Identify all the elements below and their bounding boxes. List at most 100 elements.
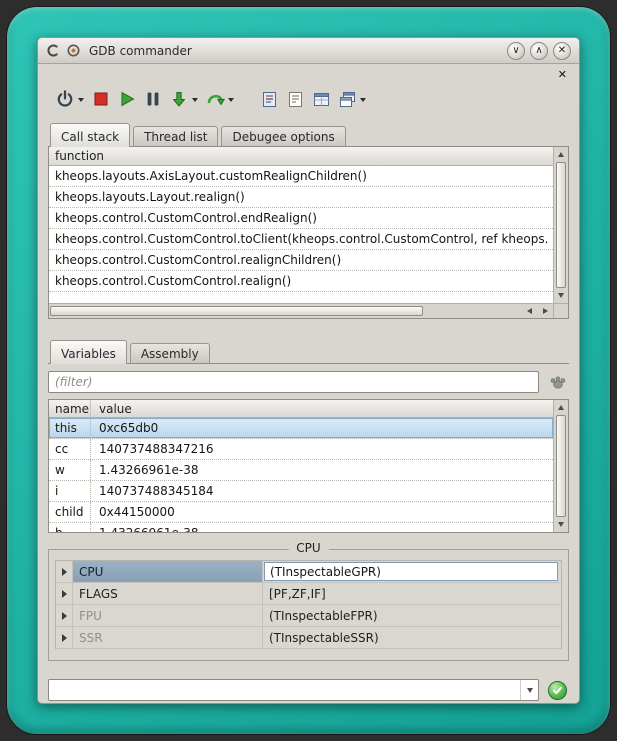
- widget-close-button[interactable]: ✕: [558, 69, 567, 82]
- expander-icon: [62, 590, 67, 598]
- cpu-row[interactable]: CPU(TInspectableGPR): [56, 561, 561, 583]
- arrow-right-icon: [543, 308, 548, 314]
- callstack-row[interactable]: kheops.layouts.AxisLayout.customRealignC…: [49, 166, 553, 187]
- variable-name: child: [49, 502, 91, 522]
- window-menu-icon[interactable]: [46, 43, 61, 58]
- expander-button[interactable]: [56, 561, 73, 582]
- step-into-icon: [169, 89, 189, 109]
- check-icon: [552, 685, 563, 696]
- variable-value: 0x44150000: [91, 505, 175, 519]
- filter-options-button[interactable]: [547, 371, 569, 393]
- close-button[interactable]: ✕: [553, 42, 571, 60]
- tab-variables[interactable]: Variables: [50, 340, 127, 364]
- stop-button[interactable]: [90, 88, 112, 110]
- command-combobox[interactable]: [48, 679, 539, 701]
- step-over-button[interactable]: [204, 88, 226, 110]
- callstack-row[interactable]: kheops.control.CustomControl.realignChil…: [49, 250, 553, 271]
- cpu-register-name[interactable]: FPU: [73, 605, 263, 626]
- cpu-register-value: (TInspectableSSR): [263, 627, 561, 648]
- expander-icon: [62, 568, 67, 576]
- expander-button[interactable]: [56, 605, 73, 626]
- variable-row[interactable]: cc140737488347216: [49, 439, 553, 460]
- expander-button[interactable]: [56, 583, 73, 604]
- tab-call-stack[interactable]: Call stack: [50, 123, 130, 147]
- pause-button[interactable]: [142, 88, 164, 110]
- callstack-row[interactable]: kheops.control.CustomControl.realign(): [49, 271, 553, 292]
- cpu-rows: CPU(TInspectableGPR)FLAGS[PF,ZF,IF]FPU(T…: [55, 560, 562, 649]
- cpu-row[interactable]: FLAGS[PF,ZF,IF]: [56, 583, 561, 605]
- options-button[interactable]: [336, 88, 358, 110]
- column-name[interactable]: name: [49, 400, 91, 417]
- callstack-row[interactable]: kheops.control.CustomControl.toClient(kh…: [49, 229, 553, 250]
- variables-vscrollbar[interactable]: [553, 400, 568, 532]
- callstack-row[interactable]: kheops.control.CustomControl.endRealign(…: [49, 208, 553, 229]
- step-over-dropdown[interactable]: [228, 98, 234, 102]
- command-dropdown-button[interactable]: [520, 680, 538, 700]
- source-button[interactable]: [284, 88, 306, 110]
- cpu-register-value: (TInspectableFPR): [263, 605, 561, 626]
- callstack-vscrollbar[interactable]: [553, 147, 568, 303]
- cpu-register-name[interactable]: CPU: [73, 561, 263, 582]
- hscroll-thumb[interactable]: [50, 306, 423, 316]
- power-button[interactable]: [54, 88, 76, 110]
- variable-value: 1.43266961e-38: [91, 526, 199, 533]
- scroll-down-button[interactable]: [554, 517, 568, 532]
- tab-debugee-options[interactable]: Debugee options: [221, 126, 345, 146]
- scroll-up-button[interactable]: [554, 147, 568, 162]
- power-icon: [55, 89, 75, 109]
- send-command-button[interactable]: [548, 681, 567, 700]
- arrow-down-icon: [558, 522, 564, 527]
- variable-name: b: [49, 523, 91, 533]
- step-over-icon: [205, 89, 225, 109]
- variable-row[interactable]: this0xc65db0: [49, 418, 553, 439]
- scroll-up-button[interactable]: [554, 400, 568, 415]
- variable-value: 140737488347216: [91, 442, 214, 456]
- titlebar[interactable]: GDB commander ∨ ∧ ✕: [38, 38, 579, 64]
- cpu-register-name[interactable]: FLAGS: [73, 583, 263, 604]
- options-dropdown[interactable]: [360, 98, 366, 102]
- step-into-dropdown[interactable]: [192, 98, 198, 102]
- expander-button[interactable]: [56, 627, 73, 648]
- minimize-button[interactable]: ∨: [507, 42, 525, 60]
- scroll-down-button[interactable]: [554, 288, 568, 303]
- vscroll-thumb[interactable]: [556, 162, 566, 288]
- stop-icon: [91, 89, 111, 109]
- variable-row[interactable]: child0x44150000: [49, 502, 553, 523]
- callstack-hscrollbar[interactable]: [49, 303, 553, 318]
- run-button[interactable]: [116, 88, 138, 110]
- command-input[interactable]: [49, 680, 520, 700]
- run-icon: [117, 89, 137, 109]
- variable-value: 0xc65db0: [91, 421, 158, 435]
- registers-icon: [312, 90, 331, 109]
- cpu-row[interactable]: FPU(TInspectableFPR): [56, 605, 561, 627]
- registers-button[interactable]: [310, 88, 332, 110]
- power-dropdown[interactable]: [78, 98, 84, 102]
- splitter[interactable]: [38, 319, 579, 333]
- column-value[interactable]: value: [91, 402, 132, 416]
- filter-input[interactable]: [48, 371, 539, 393]
- variable-row[interactable]: i140737488345184: [49, 481, 553, 502]
- tab-assembly[interactable]: Assembly: [130, 343, 210, 363]
- step-into-button[interactable]: [168, 88, 190, 110]
- callstack-row[interactable]: kheops.layouts.Layout.realign(): [49, 187, 553, 208]
- variable-row[interactable]: b1.43266961e-38: [49, 523, 553, 533]
- callstack-column-header[interactable]: function: [49, 147, 553, 166]
- vscroll-thumb[interactable]: [556, 415, 566, 517]
- cpu-register-name[interactable]: SSR: [73, 627, 263, 648]
- cpu-groupbox: CPU CPU(TInspectableGPR)FLAGS[PF,ZF,IF]F…: [48, 549, 569, 661]
- maximize-button[interactable]: ∧: [530, 42, 548, 60]
- output-button[interactable]: [258, 88, 280, 110]
- command-row: [48, 679, 567, 701]
- variables-rows: this0xc65db0cc140737488347216w1.43266961…: [49, 418, 553, 533]
- variables-tabbar: VariablesAssembly: [48, 339, 569, 364]
- cpu-row[interactable]: SSR(TInspectableSSR): [56, 627, 561, 649]
- scroll-left-button[interactable]: [521, 304, 537, 318]
- cpu-register-value: (TInspectableGPR): [263, 561, 561, 582]
- scroll-right-button[interactable]: [537, 304, 553, 318]
- cpu-groupbox-title: CPU: [288, 541, 328, 555]
- tab-thread-list[interactable]: Thread list: [133, 126, 218, 146]
- variable-row[interactable]: w1.43266961e-38: [49, 460, 553, 481]
- variable-value: 140737488345184: [91, 484, 214, 498]
- cpu-value-editor[interactable]: (TInspectableGPR): [264, 562, 558, 581]
- window-title: GDB commander: [89, 44, 192, 58]
